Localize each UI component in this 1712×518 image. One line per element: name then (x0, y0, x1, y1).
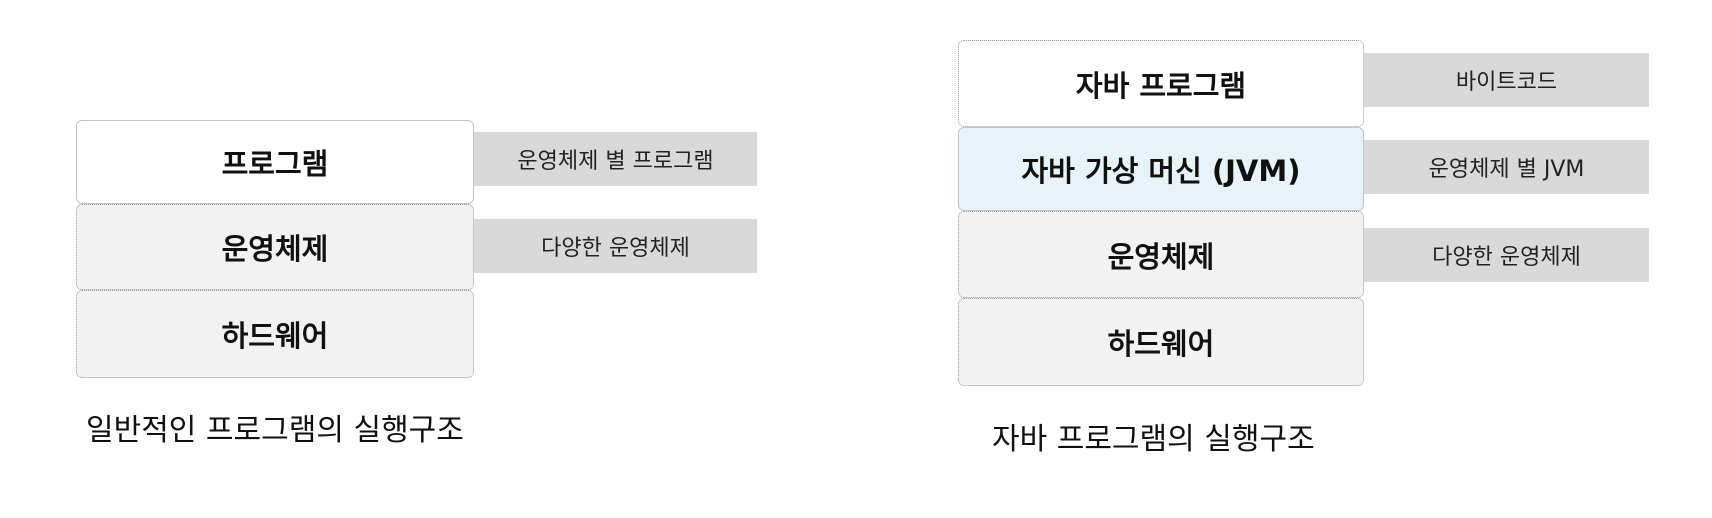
layer-program: 프로그램 (76, 120, 474, 204)
layer-os-label: 운영체제 (221, 232, 329, 266)
tag-os: 다양한 운영체제 (1364, 228, 1649, 282)
layer-os: 운영체제 (958, 211, 1364, 298)
layer-java-program-label: 자바 프로그램 (1075, 68, 1247, 103)
tag-program-label: 운영체제 별 프로그램 (517, 149, 714, 174)
layer-hardware: 하드웨어 (76, 290, 474, 378)
tag-java-program-label: 바이트코드 (1455, 70, 1558, 95)
layer-hardware-label: 하드웨어 (1107, 327, 1215, 361)
layer-hardware: 하드웨어 (958, 298, 1364, 386)
layer-jvm: 자바 가상 머신 (JVM) (958, 127, 1364, 211)
tag-java-program: 바이트코드 (1364, 53, 1649, 107)
layer-hardware-label: 하드웨어 (221, 319, 329, 353)
layer-java-program: 자바 프로그램 (958, 40, 1364, 127)
tag-program: 운영체제 별 프로그램 (474, 132, 757, 186)
tag-os-label: 다양한 운영체제 (541, 236, 690, 261)
tag-jvm: 운영체제 별 JVM (1364, 140, 1649, 194)
layer-program-label: 프로그램 (221, 147, 329, 181)
layer-jvm-label: 자바 가상 머신 (JVM) (1021, 154, 1301, 188)
caption-general: 일반적인 프로그램의 실행구조 (86, 413, 464, 448)
tag-os-label: 다양한 운영체제 (1432, 245, 1581, 270)
tag-os: 다양한 운영체제 (474, 219, 757, 273)
tag-jvm-label: 운영체제 별 JVM (1428, 157, 1585, 182)
layer-os: 운영체제 (76, 204, 474, 290)
caption-java: 자바 프로그램의 실행구조 (992, 422, 1315, 457)
layer-os-label: 운영체제 (1107, 239, 1215, 274)
